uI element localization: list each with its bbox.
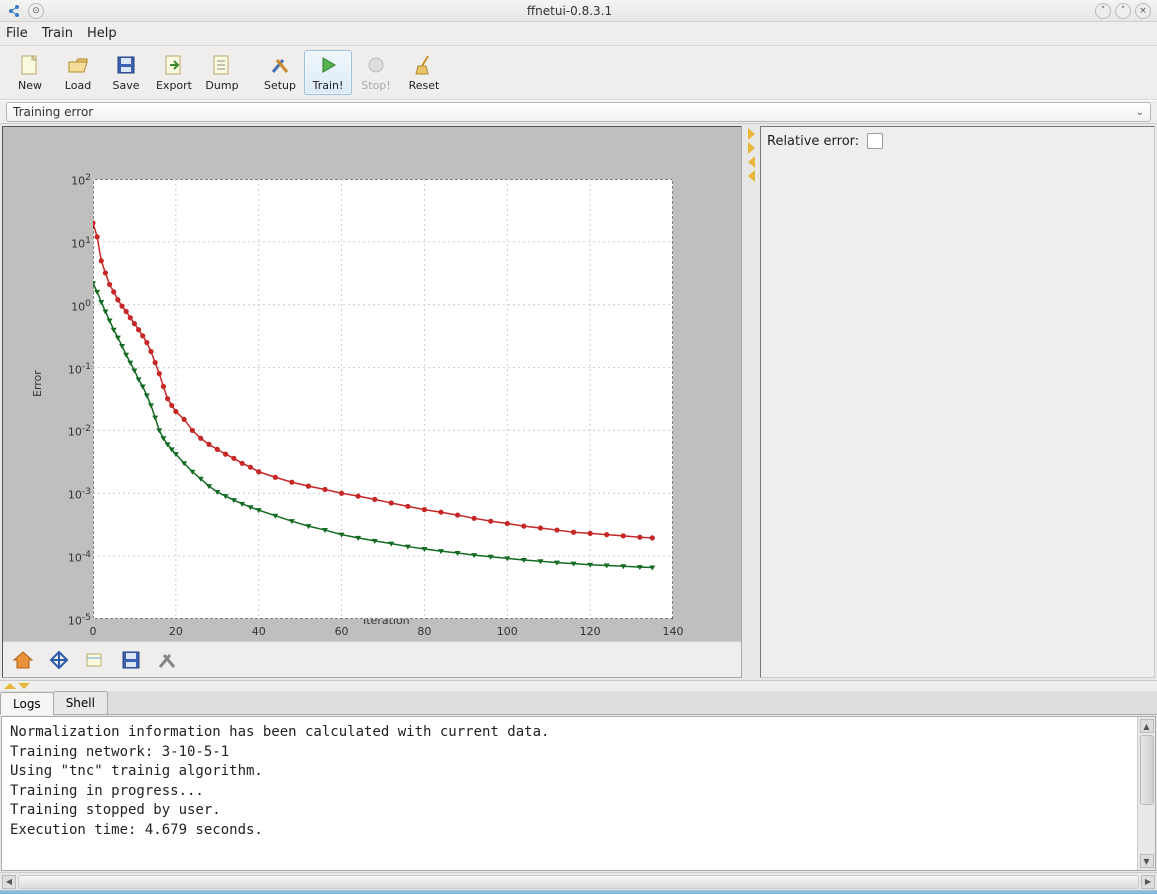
plot-selector-row: Training error ⌄ (0, 100, 1157, 124)
plot-area[interactable]: Error Iteration 10-510-410-310-210-11001… (3, 127, 741, 641)
x-tick-label: 80 (417, 625, 431, 638)
y-tick-label: 10-2 (68, 423, 91, 439)
bottom-tabs: Logs Shell (0, 691, 1157, 715)
load-button[interactable]: Load (54, 50, 102, 95)
play-icon (316, 53, 340, 77)
matplotlib-toolbar (3, 641, 741, 677)
status-bar (0, 890, 1157, 894)
y-tick-label: 102 (71, 172, 91, 188)
dump-button[interactable]: Dump (198, 50, 246, 95)
y-tick-label: 10-5 (68, 612, 91, 628)
chevron-down-icon: ⌄ (1136, 107, 1144, 118)
horizontal-splitter[interactable] (0, 681, 1157, 691)
maximize-button[interactable]: ˄ (1115, 3, 1131, 19)
y-tick-label: 10-1 (68, 361, 91, 377)
log-vertical-scrollbar[interactable]: ▲ ▼ (1137, 717, 1155, 870)
plot-panel: Error Iteration 10-510-410-310-210-11001… (2, 126, 742, 678)
window-title: ffnetui-0.8.3.1 (44, 4, 1095, 18)
export-icon (162, 53, 186, 77)
x-tick-label: 140 (663, 625, 684, 638)
zoom-icon[interactable] (83, 648, 107, 672)
tab-logs[interactable]: Logs (0, 692, 54, 715)
menu-help[interactable]: Help (87, 26, 117, 41)
x-tick-label: 0 (90, 625, 97, 638)
toolbar: New Load Save Export Dump Setup Train! S… (0, 46, 1157, 100)
y-tick-label: 10-4 (68, 549, 91, 565)
pan-icon[interactable] (47, 648, 71, 672)
scroll-left-icon[interactable]: ◀ (2, 875, 16, 889)
y-tick-label: 100 (71, 298, 91, 314)
menu-file[interactable]: File (6, 26, 28, 41)
home-icon[interactable] (11, 648, 35, 672)
log-viewer: Normalization information has been calcu… (1, 716, 1156, 871)
stop-button[interactable]: Stop! (352, 50, 400, 95)
x-tick-label: 100 (497, 625, 518, 638)
relative-error-checkbox[interactable] (867, 133, 883, 149)
plot-selector-value: Training error (13, 105, 93, 119)
minimize-button[interactable]: ˅ (1095, 3, 1111, 19)
window-pin-button[interactable]: ⊙ (28, 3, 44, 19)
menu-train[interactable]: Train (42, 26, 73, 41)
scroll-right-icon[interactable]: ▶ (1141, 875, 1155, 889)
new-button[interactable]: New (6, 50, 54, 95)
train-button[interactable]: Train! (304, 50, 352, 95)
x-tick-label: 120 (580, 625, 601, 638)
scroll-up-icon[interactable]: ▲ (1140, 719, 1154, 733)
app-icon (6, 3, 22, 19)
save-fig-icon[interactable] (119, 648, 143, 672)
log-horizontal-scrollbar[interactable]: ◀ ▶ (0, 872, 1157, 890)
reset-button[interactable]: Reset (400, 50, 448, 95)
file-new-icon (18, 53, 42, 77)
right-panel: Relative error: (760, 126, 1155, 678)
close-button[interactable]: × (1135, 3, 1151, 19)
tab-shell[interactable]: Shell (53, 691, 108, 714)
menu-bar: File Train Help (0, 22, 1157, 46)
y-axis-label: Error (31, 370, 44, 397)
scroll-down-icon[interactable]: ▼ (1140, 854, 1154, 868)
relative-error-label: Relative error: (767, 134, 859, 149)
stop-icon (364, 53, 388, 77)
scroll-thumb[interactable] (1140, 735, 1154, 805)
title-bar: ⊙ ffnetui-0.8.3.1 ˅ ˄ × (0, 0, 1157, 22)
log-text[interactable]: Normalization information has been calcu… (2, 717, 1137, 870)
broom-icon (412, 53, 436, 77)
vertical-splitter[interactable] (744, 124, 758, 680)
y-tick-label: 101 (71, 235, 91, 251)
dump-icon (210, 53, 234, 77)
x-tick-label: 40 (252, 625, 266, 638)
configure-icon[interactable] (155, 648, 179, 672)
chart-canvas (93, 179, 673, 619)
export-button[interactable]: Export (150, 50, 198, 95)
floppy-icon (114, 53, 138, 77)
x-tick-label: 20 (169, 625, 183, 638)
folder-open-icon (66, 53, 90, 77)
setup-button[interactable]: Setup (256, 50, 304, 95)
save-button[interactable]: Save (102, 50, 150, 95)
tools-icon (268, 53, 292, 77)
plot-selector-combo[interactable]: Training error ⌄ (6, 102, 1151, 122)
hscroll-thumb[interactable] (19, 876, 1138, 888)
y-tick-label: 10-3 (68, 486, 91, 502)
x-tick-label: 60 (335, 625, 349, 638)
